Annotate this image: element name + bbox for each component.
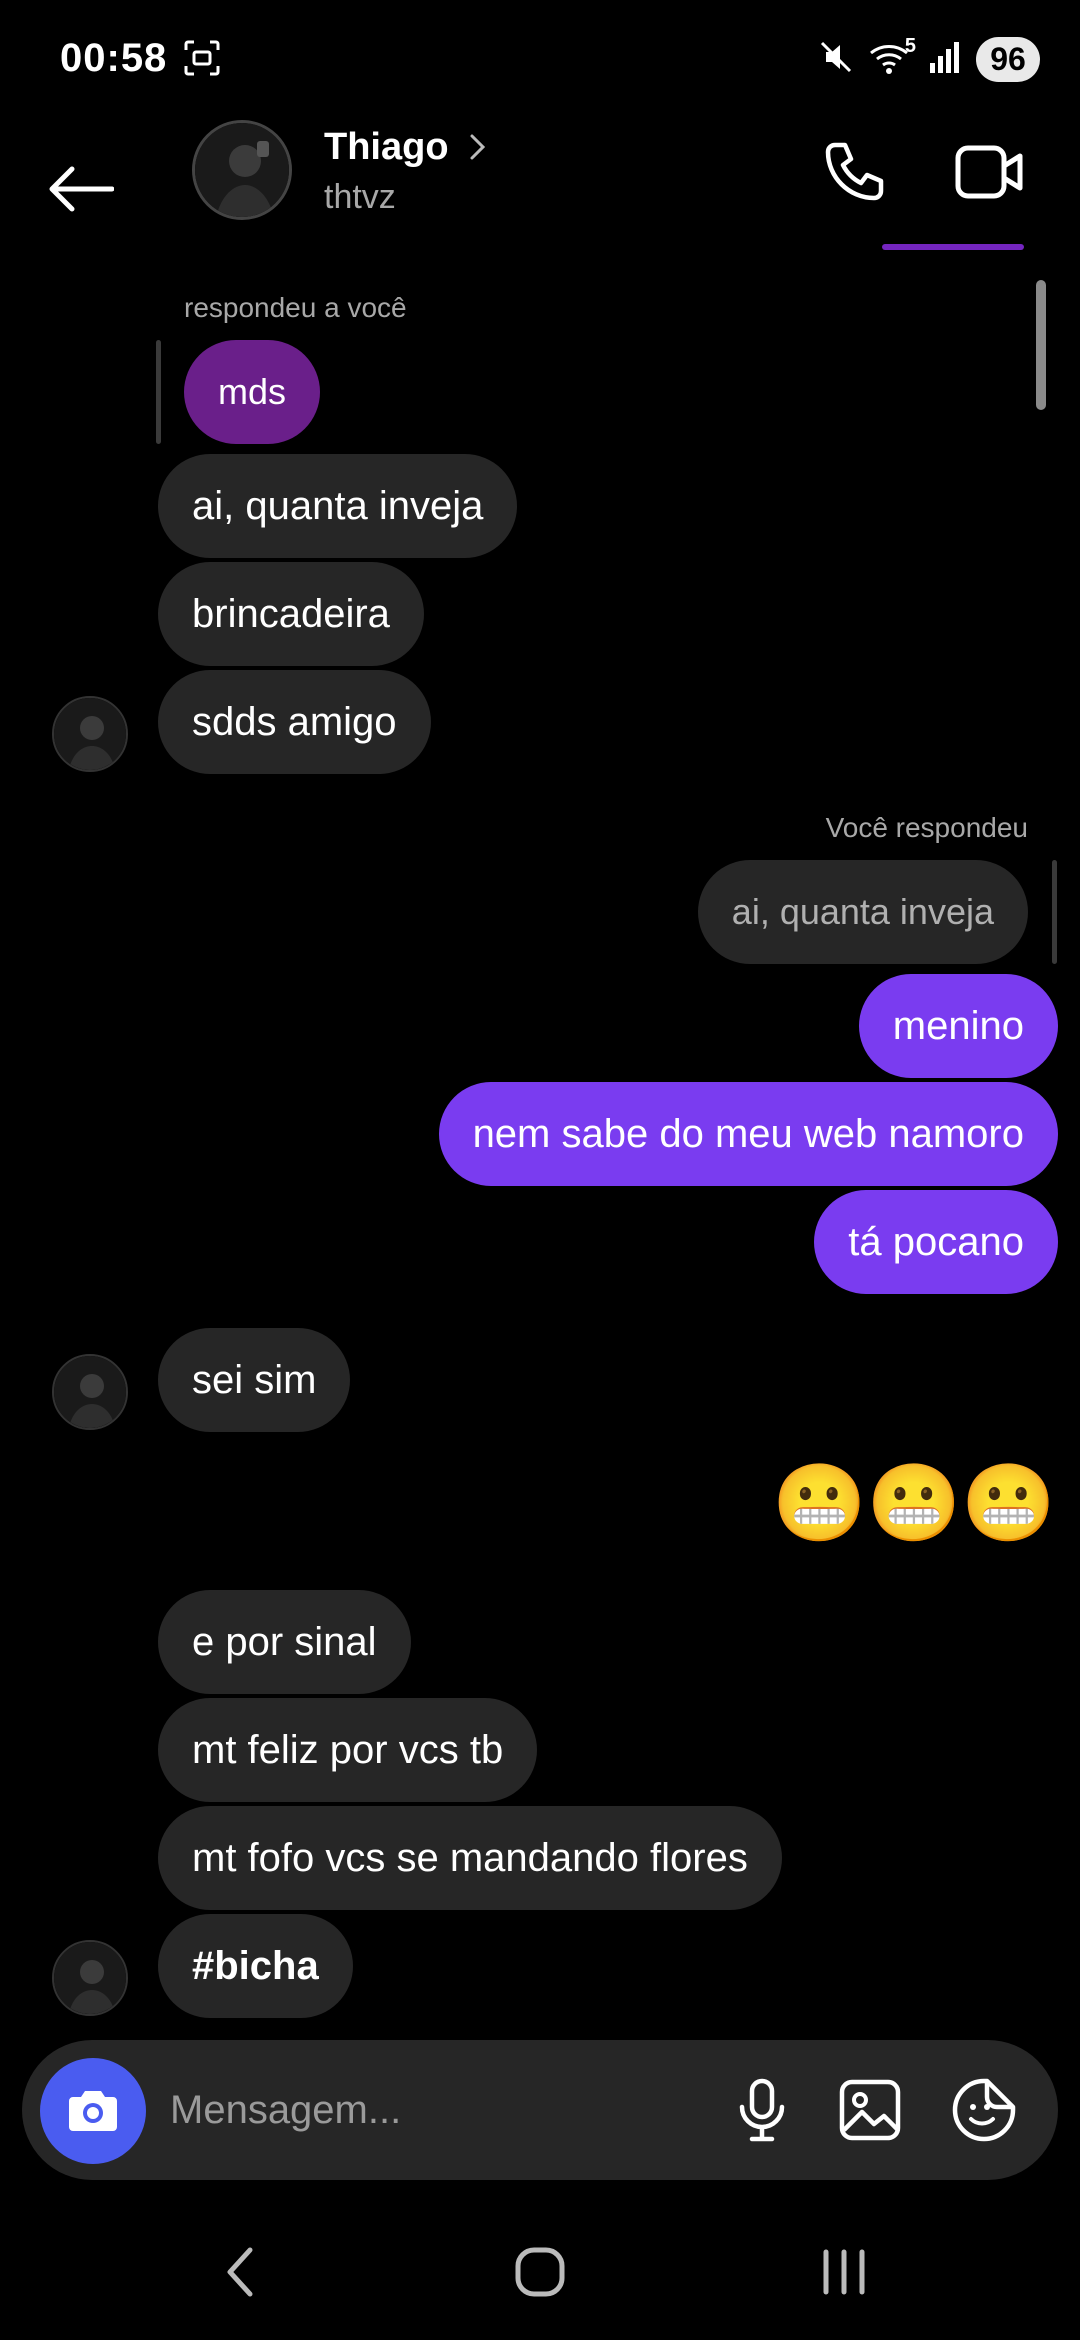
message-text: nem sabe do meu web namoro bbox=[472, 1111, 1024, 1156]
outgoing-message[interactable]: tá pocano bbox=[814, 1190, 1058, 1294]
video-call-button[interactable] bbox=[952, 136, 1028, 208]
reply-label-incoming: respondeu a você bbox=[184, 292, 407, 323]
message-text: ai, quanta inveja bbox=[192, 483, 484, 528]
voice-message-button[interactable] bbox=[722, 2070, 802, 2150]
incoming-message[interactable]: sdds amigo bbox=[158, 670, 431, 774]
nav-back-button[interactable] bbox=[210, 2240, 270, 2304]
sender-avatar[interactable] bbox=[52, 1940, 128, 2016]
camera-button[interactable] bbox=[40, 2058, 146, 2164]
nav-home-icon bbox=[515, 2247, 565, 2297]
sticker-icon bbox=[952, 2078, 1016, 2142]
back-arrow-icon bbox=[49, 166, 114, 212]
microphone-icon bbox=[739, 2078, 785, 2142]
chevron-right-icon[interactable] bbox=[466, 132, 490, 162]
reply-label-outgoing: Você respondeu bbox=[825, 812, 1028, 843]
sender-avatar[interactable] bbox=[52, 1354, 128, 1430]
outgoing-message[interactable]: menino bbox=[858, 974, 1058, 1078]
status-bar: 00:58 5 96 bbox=[0, 0, 1080, 118]
contact-username[interactable]: thtvz bbox=[324, 178, 396, 217]
sticker-button[interactable] bbox=[944, 2070, 1024, 2150]
nav-home-button[interactable] bbox=[510, 2240, 570, 2304]
sender-avatar[interactable] bbox=[52, 696, 128, 772]
message-input[interactable] bbox=[170, 2070, 690, 2150]
reply-indicator bbox=[156, 340, 161, 444]
message-text: brincadeira bbox=[192, 591, 390, 636]
incoming-message[interactable]: e por sinal bbox=[158, 1590, 411, 1694]
battery-indicator: 96 bbox=[976, 36, 1040, 82]
gallery-icon bbox=[839, 2079, 901, 2141]
message-list[interactable]: respondeu a você mds ai, quanta inveja b… bbox=[0, 270, 1080, 2030]
outgoing-message[interactable]: nem sabe do meu web namoro bbox=[438, 1082, 1058, 1186]
incoming-message[interactable]: brincadeira bbox=[158, 562, 424, 666]
message-composer bbox=[22, 2040, 1058, 2180]
status-icons: 5 96 bbox=[818, 34, 1040, 84]
message-text: #bicha bbox=[192, 1943, 319, 1988]
mute-icon bbox=[818, 39, 854, 80]
incoming-message[interactable]: #bicha bbox=[158, 1914, 353, 2018]
reply-quote-bubble[interactable]: mds bbox=[184, 340, 321, 444]
incoming-message[interactable]: mt feliz por vcs tb bbox=[158, 1698, 538, 1802]
camera-icon bbox=[69, 2091, 117, 2131]
message-text: mds bbox=[218, 371, 287, 412]
phone-icon bbox=[825, 142, 884, 201]
message-text: sdds amigo bbox=[192, 699, 397, 744]
avatar[interactable] bbox=[192, 120, 292, 220]
reply-quote-bubble[interactable]: ai, quanta inveja bbox=[697, 860, 1028, 964]
wifi-icon: 5 bbox=[868, 35, 916, 77]
message-text: e por sinal bbox=[192, 1619, 377, 1664]
status-time: 00:58 bbox=[60, 36, 168, 80]
message-text: tá pocano bbox=[848, 1219, 1024, 1264]
reply-indicator bbox=[1052, 860, 1057, 964]
header-accent-line bbox=[882, 244, 1024, 250]
message-text: sei sim bbox=[192, 1357, 317, 1402]
video-camera-icon bbox=[955, 145, 1023, 199]
nav-back-icon bbox=[227, 2247, 253, 2297]
system-nav-bar bbox=[0, 2200, 1080, 2340]
message-text: mt feliz por vcs tb bbox=[192, 1727, 504, 1772]
incoming-message[interactable]: sei sim bbox=[158, 1328, 351, 1432]
emoji-message[interactable]: 😬😬😬 bbox=[772, 1466, 1056, 1542]
scrollbar[interactable] bbox=[1036, 280, 1046, 410]
screenshot-icon bbox=[182, 38, 222, 78]
gallery-button[interactable] bbox=[830, 2070, 910, 2150]
message-text: ai, quanta inveja bbox=[731, 891, 994, 932]
message-text: mt fofo vcs se mandando flores bbox=[192, 1835, 748, 1880]
back-button[interactable] bbox=[44, 148, 116, 230]
message-text: menino bbox=[892, 1003, 1024, 1048]
incoming-message[interactable]: mt fofo vcs se mandando flores bbox=[158, 1806, 782, 1910]
contact-name[interactable]: Thiago bbox=[324, 126, 449, 169]
signal-icon bbox=[928, 39, 962, 80]
network-badge: 5 bbox=[904, 35, 916, 57]
message-text: 😬😬😬 bbox=[772, 1461, 1056, 1546]
incoming-message[interactable]: ai, quanta inveja bbox=[158, 454, 518, 558]
nav-recents-button[interactable] bbox=[812, 2240, 876, 2304]
nav-recents-icon bbox=[823, 2249, 865, 2295]
voice-call-button[interactable] bbox=[818, 136, 890, 208]
